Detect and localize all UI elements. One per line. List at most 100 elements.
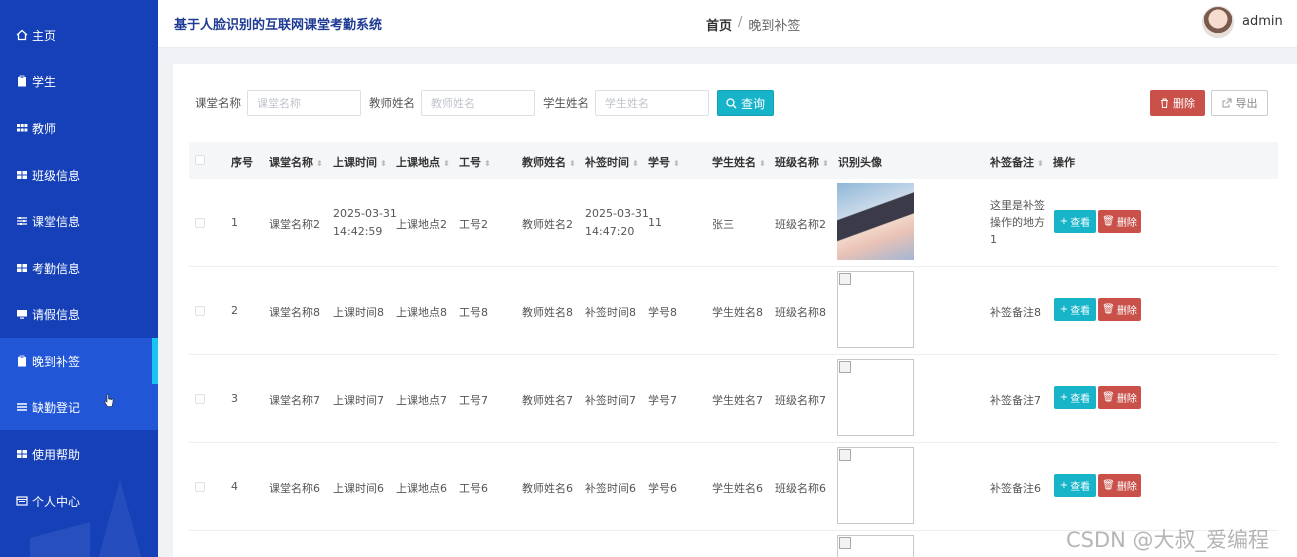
delete-button[interactable]: 🗑 删除 [1098,210,1141,233]
header-student-no[interactable]: 学号 ⬍ [648,154,680,170]
cell-sign-time-date: 2025-03-31 [585,207,649,220]
header-job-no[interactable]: 工号 ⬍ [459,154,491,170]
face-photo[interactable] [837,447,914,524]
view-button[interactable]: + 查看 [1054,474,1096,497]
export-icon [1222,98,1231,108]
course-name-input[interactable] [247,90,361,116]
table-header: 序号 课堂名称 ⬍ 上课时间 ⬍ 上课地点 ⬍ 工号 ⬍ 教师姓名 ⬍ 补签时间 ⬍ 学号 ⬍… [189,142,1278,179]
sort-icon[interactable]: ⬍ [443,159,450,168]
query-button[interactable]: 查询 [717,90,774,116]
broken-image-icon [839,361,851,373]
breadcrumb: 首页 / 晚到补签 [706,15,800,34]
remark-line: 1 [990,233,997,246]
sidebar-decoration [30,521,90,557]
cell-teacher: 教师姓名2 [522,218,573,231]
cell-sign-time: 补签时间7 [585,394,636,407]
sort-icon[interactable]: ⬍ [484,159,491,168]
sidebar-item-label: 教师 [32,121,57,136]
sort-icon[interactable]: ⬍ [1037,159,1044,168]
cell-place: 上课地点6 [396,482,447,495]
header-student[interactable]: 学生姓名 ⬍ [712,154,766,170]
header-class-time[interactable]: 上课时间 ⬍ [333,154,387,170]
select-all-checkbox[interactable] [195,155,205,165]
sort-icon[interactable]: ⬍ [673,159,680,168]
breadcrumb-home[interactable]: 首页 [706,15,732,34]
trash-icon: 🗑 [1102,304,1115,315]
sidebar-item-profile[interactable]: 个人中心 [0,478,158,524]
id-card-icon [16,495,28,507]
sidebar-item-leave[interactable]: 请假信息 [0,291,158,337]
header-remark-label: 补签备注 [990,156,1034,169]
row-checkbox[interactable] [195,218,205,228]
plus-icon: + [1059,480,1069,491]
cell-class-name: 班级名称8 [775,306,826,319]
sidebar-item-label: 请假信息 [32,307,81,322]
header-teacher[interactable]: 教师姓名 ⬍ [522,154,576,170]
teacher-name-label: 教师姓名 [369,96,415,110]
student-name-input[interactable] [595,90,709,116]
avatar[interactable] [1202,6,1234,38]
table-row: 1 课堂名称2 2025-03-31 14:42:59 上课地点2 工号2 教师… [189,179,1278,267]
sidebar-item-students[interactable]: 学生 [0,58,158,104]
remark-line: 操作的地方 [990,216,1045,229]
cell-place: 上课地点8 [396,306,447,319]
cell-class-time-date: 2025-03-31 [333,207,397,220]
cell-remark: 这里是补签 操作的地方 1 [990,197,1048,248]
view-button[interactable]: + 查看 [1054,386,1096,409]
view-button[interactable]: + 查看 [1054,210,1096,233]
sidebar-item-label: 课堂信息 [32,214,81,229]
sort-icon[interactable]: ⬍ [759,159,766,168]
row-checkbox[interactable] [195,394,205,404]
sidebar-item-help[interactable]: 使用帮助 [0,431,158,477]
face-photo[interactable] [837,183,914,260]
header-sign-time[interactable]: 补签时间 ⬍ [585,154,639,170]
header-class-name[interactable]: 班级名称 ⬍ [775,154,829,170]
sort-icon[interactable]: ⬍ [569,159,576,168]
header-place[interactable]: 上课地点 ⬍ [396,154,450,170]
grid-icon [16,122,28,134]
cell-teacher: 教师姓名6 [522,482,573,495]
export-button[interactable]: 导出 [1211,90,1268,116]
table-row: 3 课堂名称7 上课时间7 上课地点7 工号7 教师姓名7 补签时间7 学号7 … [189,355,1278,443]
delete-button[interactable]: 🗑 删除 [1098,474,1141,497]
view-button-label: 查看 [1070,482,1091,493]
cell-course: 课堂名称6 [269,482,320,495]
header-student-label: 学生姓名 [712,156,756,169]
username[interactable]: admin [1242,14,1283,29]
header-index: 序号 [231,156,253,169]
remark-line: 这里是补签 [990,199,1045,212]
view-button[interactable]: + 查看 [1054,298,1096,321]
table-row: 2 课堂名称8 上课时间8 上课地点8 工号8 教师姓名8 补签时间8 学号8 … [189,267,1278,355]
sidebar-item-attendance[interactable]: 考勤信息 [0,245,158,291]
sidebar-item-absence[interactable]: 缺勤登记 [0,384,158,430]
teacher-name-input[interactable] [421,90,535,116]
header-remark[interactable]: 补签备注 ⬍ [990,154,1044,170]
delete-button[interactable]: 🗑 删除 [1098,386,1141,409]
list-icon [16,401,28,413]
sidebar-item-home[interactable]: 主页 [0,12,158,58]
cell-teacher: 教师姓名8 [522,306,573,319]
face-photo[interactable] [837,535,914,557]
view-button-label: 查看 [1070,394,1091,405]
row-checkbox[interactable] [195,306,205,316]
cell-job-no: 工号6 [459,482,488,495]
delete-button[interactable]: 🗑 删除 [1098,298,1141,321]
plus-icon: + [1059,304,1069,315]
face-photo[interactable] [837,359,914,436]
sidebar-item-teachers[interactable]: 教师 [0,105,158,151]
grid-icon [16,448,28,460]
sort-icon[interactable]: ⬍ [632,159,639,168]
sidebar-item-late-signin[interactable]: 晚到补签 [0,338,158,384]
row-checkbox[interactable] [195,482,205,492]
trash-icon: 🗑 [1102,480,1115,491]
sidebar-item-label: 晚到补签 [32,354,81,369]
batch-delete-button[interactable]: 删除 [1150,90,1205,116]
sidebar-item-class-info[interactable]: 班级信息 [0,152,158,198]
sort-icon[interactable]: ⬍ [316,159,323,168]
sort-icon[interactable]: ⬍ [822,159,829,168]
sidebar-item-course-info[interactable]: 课堂信息 [0,198,158,244]
sort-icon[interactable]: ⬍ [380,159,387,168]
cell-course: 课堂名称2 [269,218,320,231]
face-photo[interactable] [837,271,914,348]
header-course[interactable]: 课堂名称 ⬍ [269,154,323,170]
